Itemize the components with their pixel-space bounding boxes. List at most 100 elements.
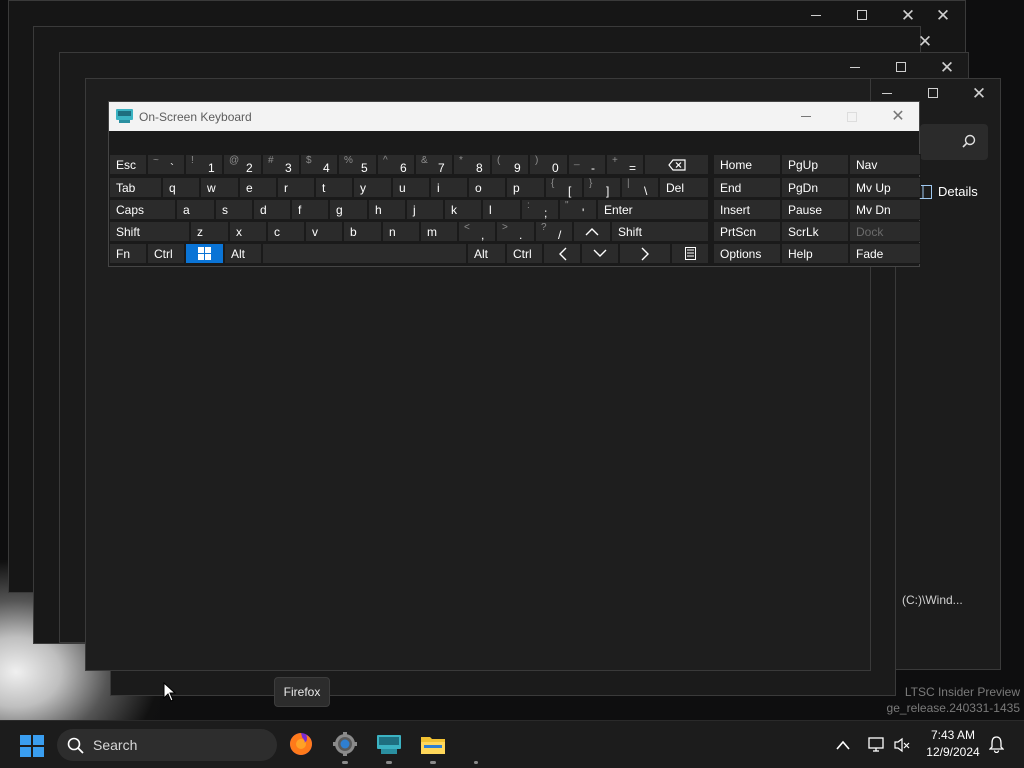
key-0-2[interactable]: ! 1	[185, 154, 223, 175]
key-w[interactable]: w	[200, 177, 239, 198]
firefox-icon[interactable]	[288, 731, 314, 757]
key-mv-dn[interactable]: Mv Dn	[849, 199, 921, 220]
key-0-9[interactable]: * 8	[453, 154, 491, 175]
key-s[interactable]: s	[215, 199, 253, 220]
key-2-10[interactable]: :;	[521, 199, 559, 220]
key-0-5[interactable]: $4	[300, 154, 338, 175]
explorer-search-box[interactable]	[920, 124, 988, 160]
key-options[interactable]: Options	[713, 243, 781, 264]
key-g[interactable]: g	[329, 199, 368, 220]
key-enter[interactable]: Enter	[597, 199, 709, 220]
key-d[interactable]: d	[253, 199, 291, 220]
key-insert[interactable]: Insert	[713, 199, 781, 220]
key-1-13[interactable]: | \	[621, 177, 659, 198]
key-0-6[interactable]: % 5	[338, 154, 377, 175]
key-backspace[interactable]	[644, 154, 709, 175]
key-pause[interactable]: Pause	[781, 199, 849, 220]
key-0-13[interactable]: + =	[606, 154, 644, 175]
key-l[interactable]: l	[482, 199, 521, 220]
key-arrow-up[interactable]	[573, 221, 611, 242]
key-scrlk[interactable]: ScrLk	[781, 221, 849, 242]
key-m[interactable]: m	[420, 221, 458, 242]
key-windows-logo[interactable]	[185, 243, 224, 264]
maximize-icon[interactable]	[878, 53, 924, 81]
osk-titlebar[interactable]: On-Screen Keyboard ✕	[109, 102, 919, 131]
key-shift[interactable]: Shift	[109, 221, 190, 242]
start-button[interactable]	[20, 735, 44, 757]
key-shift[interactable]: Shift	[611, 221, 709, 242]
key-arrow-down[interactable]	[581, 243, 619, 264]
key-3-8[interactable]: <,	[458, 221, 496, 242]
key-tab[interactable]: Tab	[109, 177, 162, 198]
minimize-icon[interactable]	[793, 1, 839, 29]
osk-close-button[interactable]: ✕	[875, 102, 921, 131]
key-0-10[interactable]: (9	[491, 154, 529, 175]
key-nav[interactable]: Nav	[849, 154, 921, 175]
close-icon[interactable]: ✕	[902, 27, 948, 55]
key-help[interactable]: Help	[781, 243, 849, 264]
key-alt[interactable]: Alt	[467, 243, 506, 264]
key-ctrl[interactable]: Ctrl	[506, 243, 543, 264]
key-arrow-left[interactable]	[543, 243, 581, 264]
key-p[interactable]: p	[506, 177, 545, 198]
key-e[interactable]: e	[239, 177, 277, 198]
details-button[interactable]: Details	[920, 184, 978, 199]
key-end[interactable]: End	[713, 177, 781, 198]
key-home[interactable]: Home	[713, 154, 781, 175]
key-2-11[interactable]: " '	[559, 199, 597, 220]
close-icon[interactable]: ✕	[956, 79, 1002, 107]
on-screen-keyboard-icon[interactable]	[376, 731, 402, 757]
key-del[interactable]: Del	[659, 177, 709, 198]
key-u[interactable]: u	[392, 177, 430, 198]
on-screen-keyboard-window[interactable]: On-Screen Keyboard ✕ Esc ~ `! 1 @2 #3 $4% 5 ^ 6 & 7…	[108, 101, 921, 267]
key-t[interactable]: t	[315, 177, 353, 198]
key-menu-key[interactable]	[671, 243, 709, 264]
osk-minimize-button[interactable]	[783, 102, 829, 131]
key-a[interactable]: a	[176, 199, 215, 220]
key-arrow-right[interactable]	[619, 243, 671, 264]
key-r[interactable]: r	[277, 177, 315, 198]
close-icon[interactable]: ✕	[920, 1, 966, 29]
key-caps[interactable]: Caps	[109, 199, 176, 220]
key-o[interactable]: o	[468, 177, 506, 198]
key-n[interactable]: n	[382, 221, 420, 242]
key-fade[interactable]: Fade	[849, 243, 921, 264]
key-k[interactable]: k	[444, 199, 482, 220]
key-pgdn[interactable]: PgDn	[781, 177, 849, 198]
key-0-4[interactable]: #3	[262, 154, 300, 175]
key-h[interactable]: h	[368, 199, 406, 220]
key-pgup[interactable]: PgUp	[781, 154, 849, 175]
taskbar-search-box[interactable]: Search	[57, 729, 277, 761]
file-explorer-icon[interactable]	[420, 731, 446, 757]
key-0-8[interactable]: & 7	[415, 154, 453, 175]
key-ctrl[interactable]: Ctrl	[147, 243, 185, 264]
key-z[interactable]: z	[190, 221, 229, 242]
key-mv-up[interactable]: Mv Up	[849, 177, 921, 198]
close-icon[interactable]: ✕	[924, 53, 970, 81]
notification-bell-icon[interactable]	[989, 736, 1004, 753]
volume-muted-icon[interactable]	[894, 737, 910, 753]
taskbar-clock[interactable]: 7:43 AM 12/9/2024	[918, 727, 988, 761]
key-j[interactable]: j	[406, 199, 444, 220]
key-spacebar[interactable]	[262, 243, 467, 264]
maximize-icon[interactable]	[839, 1, 885, 29]
chevron-up-icon[interactable]	[836, 740, 850, 750]
key-3-9[interactable]: >.	[496, 221, 535, 242]
key-b[interactable]: b	[343, 221, 382, 242]
key-c[interactable]: c	[267, 221, 305, 242]
key-3-10[interactable]: ? /	[535, 221, 573, 242]
key-alt[interactable]: Alt	[224, 243, 262, 264]
minimize-icon[interactable]	[832, 53, 878, 81]
key-f[interactable]: f	[291, 199, 329, 220]
key-0-7[interactable]: ^ 6	[377, 154, 415, 175]
key-q[interactable]: q	[162, 177, 200, 198]
key-0-11[interactable]: ) 0	[529, 154, 568, 175]
key-0-3[interactable]: @2	[223, 154, 262, 175]
key-prtscn[interactable]: PrtScn	[713, 221, 781, 242]
key-v[interactable]: v	[305, 221, 343, 242]
key-1-11[interactable]: {[	[545, 177, 583, 198]
key-y[interactable]: y	[353, 177, 392, 198]
key-x[interactable]: x	[229, 221, 267, 242]
key-1-12[interactable]: }]	[583, 177, 621, 198]
key-esc[interactable]: Esc	[109, 154, 147, 175]
